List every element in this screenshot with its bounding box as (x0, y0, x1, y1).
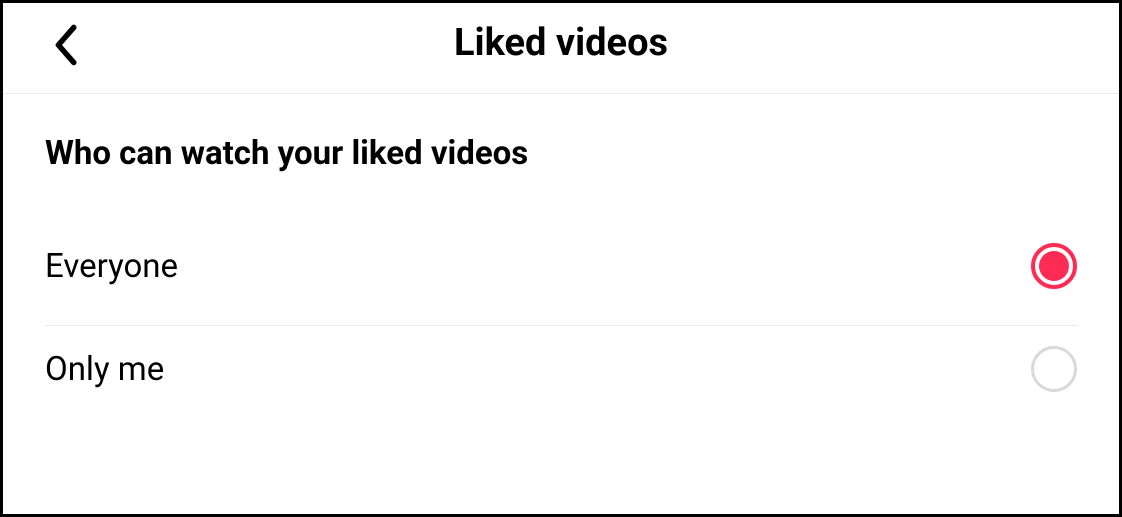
header: Liked videos (3, 3, 1119, 94)
back-button[interactable] (51, 23, 79, 67)
option-label: Everyone (45, 247, 178, 286)
radio-selected-icon (1031, 243, 1077, 289)
content: Who can watch your liked videos Everyone… (3, 94, 1119, 428)
option-label: Only me (45, 350, 164, 389)
radio-unselected-icon (1031, 346, 1077, 392)
option-only-me[interactable]: Only me (45, 326, 1077, 428)
chevron-left-icon (51, 23, 79, 67)
section-heading: Who can watch your liked videos (45, 134, 1077, 173)
page-title: Liked videos (43, 21, 1079, 65)
option-everyone[interactable]: Everyone (45, 223, 1077, 326)
